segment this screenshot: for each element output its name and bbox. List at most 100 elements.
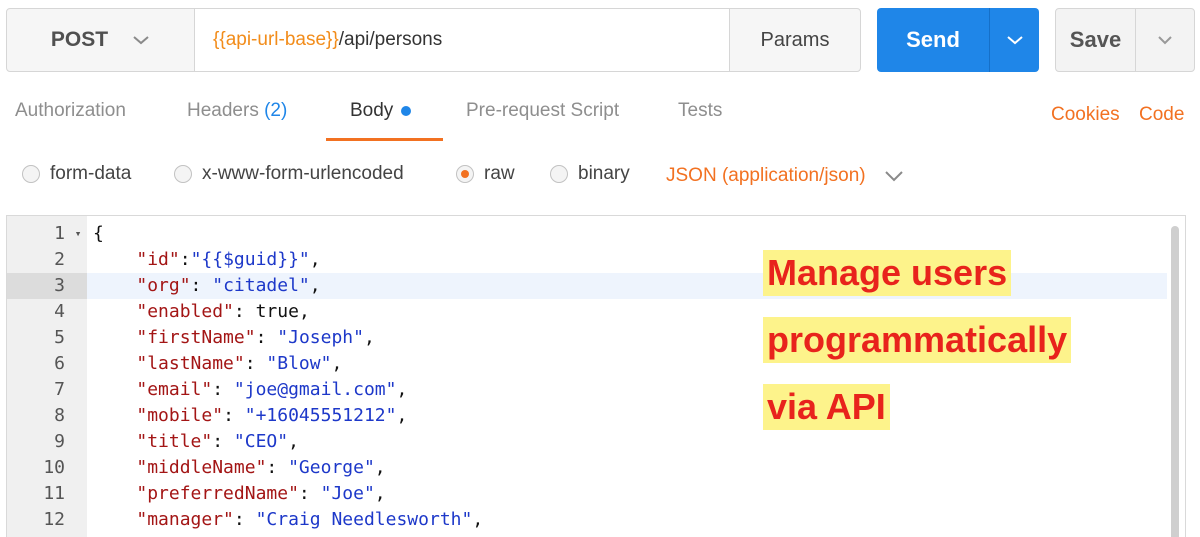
cookies-link[interactable]: Cookies: [1051, 104, 1120, 126]
radio-button[interactable]: [174, 165, 192, 183]
code-token-key: "enabled": [136, 301, 234, 322]
annotation-line: programmatically: [763, 317, 1072, 363]
request-bar: POST {{api-url-base}}/api/persons Params: [6, 8, 861, 72]
params-button[interactable]: Params: [730, 9, 860, 71]
code-token-value: "joe@gmail.com": [233, 379, 397, 400]
code-text: "lastName": "Blow",: [93, 351, 342, 377]
code-token-key: "title": [136, 431, 213, 452]
code-token-sep: :: [179, 249, 191, 270]
code-line[interactable]: 1 ▾{: [7, 221, 1167, 247]
code-token-sep: :: [212, 431, 234, 452]
tab-label: Authorization: [15, 100, 126, 121]
code-text: "preferredName": "Joe",: [93, 481, 385, 507]
method-select[interactable]: POST: [7, 9, 195, 71]
line-number: 6: [54, 353, 65, 374]
code-token-sep: :: [298, 483, 321, 504]
option-label: form-data: [50, 163, 132, 184]
content-type-select[interactable]: JSON (application/json): [666, 165, 904, 187]
code-line[interactable]: 12 "manager": "Craig Needlesworth",: [7, 507, 1167, 533]
tab-body[interactable]: Body: [350, 100, 412, 122]
url-variable: {{api-url-base}}: [213, 29, 339, 50]
code-token-key: "lastName": [136, 353, 245, 374]
option-x-www-form-urlencoded[interactable]: x-www-form-urlencoded: [174, 163, 404, 185]
code-line[interactable]: 9 "title": "CEO",: [7, 429, 1167, 455]
url-path: /api/persons: [338, 29, 443, 50]
code-token-key: "preferredName": [136, 483, 299, 504]
send-button[interactable]: Send: [877, 8, 989, 72]
option-label: raw: [484, 163, 515, 184]
tab-headers[interactable]: Headers (2): [187, 100, 287, 122]
line-number: 2: [54, 249, 65, 270]
save-button[interactable]: Save: [1056, 9, 1136, 71]
save-options-button[interactable]: [1136, 9, 1194, 71]
code-token-value: "Blow": [266, 353, 332, 374]
radio-button[interactable]: [550, 165, 568, 183]
tab-label: Tests: [678, 100, 723, 121]
code-line[interactable]: 11 "preferredName": "Joe",: [7, 481, 1167, 507]
option-label: x-www-form-urlencoded: [202, 163, 404, 184]
code-token-value: true: [255, 301, 299, 322]
line-number: 3: [7, 273, 87, 299]
code-token-tail: ,: [331, 353, 343, 374]
tab-pre-request-script[interactable]: Pre-request Script: [466, 100, 619, 122]
code-token-key: "manager": [136, 509, 234, 530]
body-type-options: form-data x-www-form-urlencoded raw bina…: [0, 152, 1200, 198]
code-link[interactable]: Code: [1139, 104, 1184, 126]
method-label: POST: [50, 28, 109, 51]
line-number: 4: [54, 301, 65, 322]
code-text: "middleName": "George",: [93, 455, 386, 481]
line-number: 8: [54, 405, 65, 426]
radio-button[interactable]: [22, 165, 40, 183]
code-text: "mobile": "+16045551212",: [93, 403, 407, 429]
tab-label: Pre-request Script: [466, 100, 620, 121]
code-line[interactable]: 7 "email": "joe@gmail.com",: [7, 377, 1167, 403]
code-line[interactable]: 10 "middleName": "George",: [7, 455, 1167, 481]
code-token-value: "CEO": [233, 431, 289, 452]
line-number: 9: [54, 431, 65, 452]
option-binary[interactable]: binary: [550, 163, 630, 185]
fold-arrow-icon[interactable]: ▾: [71, 221, 85, 247]
active-tab-indicator: [326, 138, 443, 141]
annotation-line: via API: [763, 384, 890, 430]
code-token-sep: :: [233, 301, 256, 322]
code-token-tail: ,: [472, 509, 484, 530]
tab-tests[interactable]: Tests: [678, 100, 722, 122]
line-number: 5: [54, 327, 65, 348]
chevron-down-icon: [1158, 36, 1172, 45]
radio-button-selected[interactable]: [456, 165, 474, 183]
code-token-sep: :: [266, 457, 289, 478]
option-form-data[interactable]: form-data: [22, 163, 131, 185]
code-text: "org": "citadel",: [93, 273, 321, 299]
option-label: binary: [578, 163, 630, 184]
code-token-sep: :: [233, 509, 256, 530]
url-input[interactable]: {{api-url-base}}/api/persons: [195, 9, 730, 71]
code-token-key: "mobile": [136, 405, 224, 426]
line-number: 10: [43, 457, 65, 478]
code-token-tail: ,: [298, 301, 310, 322]
tab-label: Body: [350, 100, 394, 121]
code-line[interactable]: 8 "mobile": "+16045551212",: [7, 403, 1167, 429]
code-token-tail: ,: [309, 275, 321, 296]
chevron-down-icon: [1006, 36, 1023, 45]
send-options-button[interactable]: [989, 8, 1039, 72]
code-text: "firstName": "Joseph",: [93, 325, 374, 351]
code-text: "title": "CEO",: [93, 429, 299, 455]
code-token-tail: ,: [396, 405, 408, 426]
modified-dot-icon: [401, 105, 412, 116]
code-token-value: "Joe": [320, 483, 375, 504]
code-token-key: "org": [136, 275, 191, 296]
content-type-label: JSON (application/json): [666, 165, 866, 186]
editor-scrollbar[interactable]: [1171, 226, 1179, 537]
code-token-key: "middleName": [136, 457, 267, 478]
code-token-sep: :: [223, 405, 245, 426]
line-number: 12: [43, 509, 65, 530]
code-token-value: "+16045551212": [244, 405, 397, 426]
code-token-sep: :: [244, 353, 267, 374]
code-text: {: [93, 223, 104, 244]
line-number: 7: [54, 379, 65, 400]
option-raw[interactable]: raw: [456, 163, 515, 185]
tab-authorization[interactable]: Authorization: [15, 100, 126, 122]
code-token-key: "email": [136, 379, 213, 400]
code-token-tail: ,: [396, 379, 408, 400]
code-token-tail: ,: [374, 457, 386, 478]
